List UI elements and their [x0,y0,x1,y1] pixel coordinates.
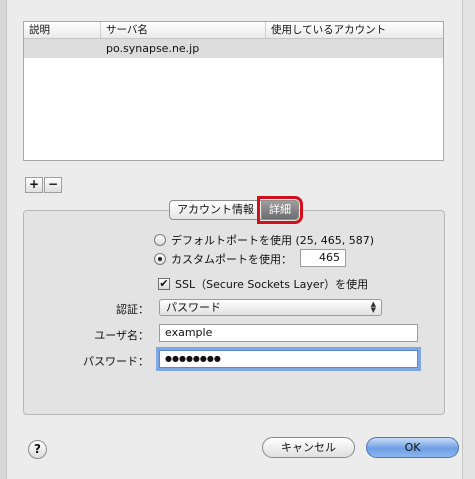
ssl-label: SSL（Secure Sockets Layer）を使用 [175,278,369,291]
remove-server-button[interactable]: − [44,177,62,193]
ssl-option[interactable]: ✔ SSL（Secure Sockets Layer）を使用 [158,276,368,292]
custom-port-input[interactable]: 465 [300,249,346,267]
column-header-description[interactable]: 説明 [24,22,101,38]
tab-bar: アカウント情報 詳細 [169,196,303,224]
checkmark-icon: ✔ [159,277,169,290]
smtp-server-table: 説明 サーバ名 使用しているアカウント po.synapse.ne.jp [23,21,444,161]
tab-account-info[interactable]: アカウント情報 [169,200,261,220]
auth-label: 認証： [116,303,149,316]
cell-description [24,39,101,58]
tab-advanced[interactable]: 詳細 [257,196,303,224]
custom-port-label: カスタムポートを使用： [171,253,292,266]
column-header-account[interactable]: 使用しているアカウント [266,22,443,38]
ssl-checkbox[interactable]: ✔ [158,278,170,290]
default-port-label: デフォルトポートを使用 (25, 465, 587) [171,234,375,247]
column-header-server[interactable]: サーバ名 [101,22,266,38]
default-port-radio[interactable] [154,234,166,246]
auth-select[interactable]: パスワード ▲ ▼ [159,299,382,316]
auth-select-value: パスワード [166,301,221,314]
select-arrows-icon: ▲ ▼ [370,300,376,314]
username-field[interactable]: example [159,324,418,342]
ok-button[interactable]: OK [366,437,459,458]
custom-port-option[interactable]: カスタムポートを使用： [154,251,292,267]
password-field[interactable]: ●●●●●●●● [159,350,418,368]
background-window-right [461,0,475,479]
username-label: ユーザ名： [94,329,149,342]
cell-account [266,39,443,58]
table-row[interactable]: po.synapse.ne.jp [24,39,443,58]
custom-port-radio[interactable] [154,253,166,265]
cancel-button[interactable]: キャンセル [262,437,355,458]
password-label: パスワード： [83,355,149,368]
default-port-option[interactable]: デフォルトポートを使用 (25, 465, 587) [154,232,374,248]
help-button[interactable]: ? [28,440,47,459]
table-header: 説明 サーバ名 使用しているアカウント [24,22,443,39]
add-server-button[interactable]: + [25,177,43,193]
cell-server: po.synapse.ne.jp [106,42,200,55]
smtp-server-sheet: 説明 サーバ名 使用しているアカウント po.synapse.ne.jp + −… [6,0,463,479]
